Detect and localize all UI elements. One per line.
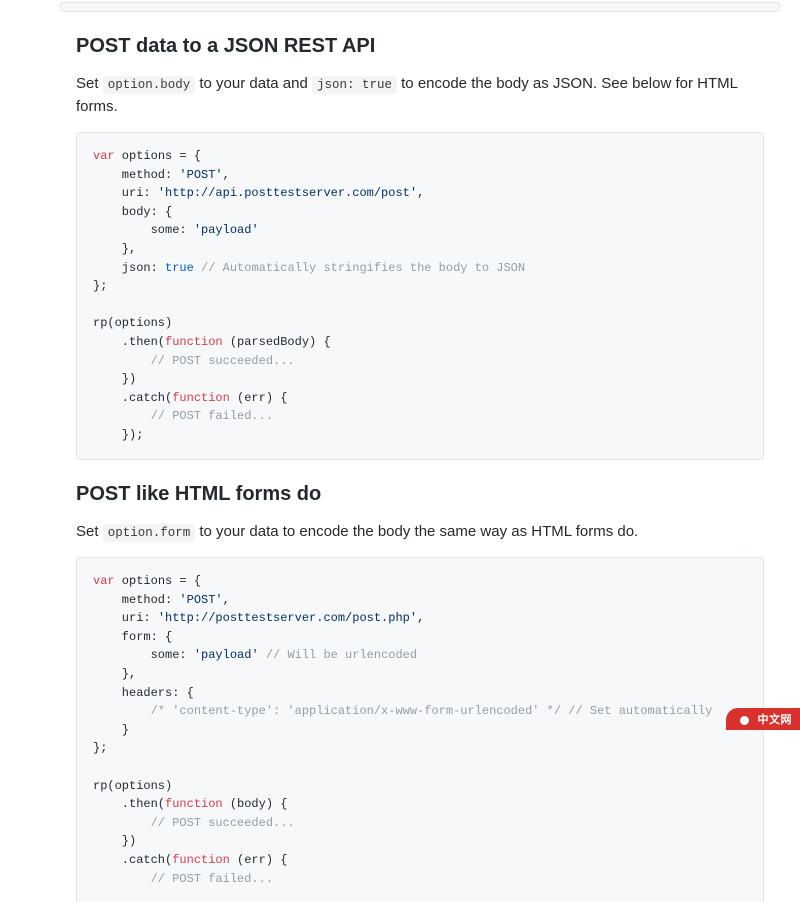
code-block-post-json[interactable]: var options = { method: 'POST', uri: 'ht… bbox=[76, 132, 764, 460]
section-heading-post-json: POST data to a JSON REST API bbox=[76, 34, 764, 59]
article-body: POST data to a JSON REST API Set option.… bbox=[60, 34, 780, 902]
inline-code-json-true: json: true bbox=[312, 76, 397, 94]
inline-code-option-form: option.form bbox=[103, 524, 196, 542]
inline-code-option-body: option.body bbox=[103, 76, 196, 94]
prev-code-block-tail bbox=[60, 2, 780, 12]
text: to your data and bbox=[195, 75, 312, 92]
text: Set bbox=[76, 75, 103, 92]
section1-intro: Set option.body to your data and json: t… bbox=[76, 73, 764, 118]
text: to your data to encode the body the same… bbox=[195, 523, 638, 540]
watermark-badge: 中文网 bbox=[726, 708, 800, 730]
section-heading-post-form: POST like HTML forms do bbox=[76, 482, 764, 507]
watermark-text: 中文网 bbox=[758, 714, 793, 726]
section2-intro: Set option.form to your data to encode t… bbox=[76, 521, 764, 544]
text: Set bbox=[76, 523, 103, 540]
